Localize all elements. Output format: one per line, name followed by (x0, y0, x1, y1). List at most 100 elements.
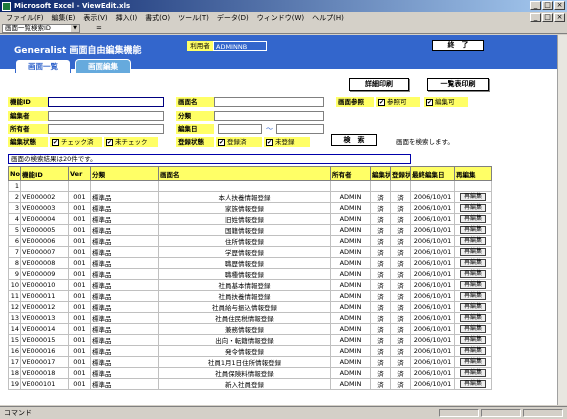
doc-minimize-button[interactable]: _ (530, 13, 541, 22)
table-cell: 001 (68, 267, 91, 280)
ref-label: 画面参照 (336, 97, 374, 107)
search-button[interactable]: 検 索 (331, 134, 377, 146)
table-cell: 12 (8, 300, 21, 313)
check-icon: ✔ (218, 138, 225, 146)
menu-item[interactable]: ウィンドウ(W) (253, 13, 308, 23)
tab-screen-list[interactable]: 画面一覧 (15, 59, 71, 73)
table-cell: 再編集 (454, 223, 492, 236)
doc-restore-button[interactable]: □ (542, 13, 553, 22)
table-cell (20, 180, 69, 192)
table-cell: 標準品 (90, 289, 159, 302)
menu-item[interactable]: ツール(T) (174, 13, 213, 23)
re-edit-button[interactable]: 再編集 (460, 380, 486, 389)
table-cell: 済 (370, 333, 391, 346)
worksheet: Generalist 画面自由編集機能 利用者 ADMINNB 終 了 画面一覧… (0, 35, 567, 405)
status-mode: コマンド (4, 409, 32, 417)
category-input[interactable] (214, 111, 324, 121)
formula-equals[interactable]: = (96, 24, 102, 32)
maximize-button[interactable]: □ (542, 1, 553, 10)
re-edit-button[interactable]: 再編集 (460, 259, 486, 268)
re-edit-button[interactable]: 再編集 (460, 325, 486, 334)
func-id-label: 機能ID (8, 97, 48, 107)
table-cell: 001 (68, 311, 91, 324)
table-cell: 国籍情報登録 (158, 223, 331, 236)
edit-date-to-input[interactable] (276, 124, 324, 134)
menu-item[interactable]: ヘルプ(H) (308, 13, 348, 23)
table-cell: 001 (68, 234, 91, 247)
table-cell: 再編集 (454, 278, 492, 291)
re-edit-button[interactable]: 再編集 (460, 237, 486, 246)
unchecked-checkbox[interactable]: ✔ 未チェック (104, 137, 158, 147)
edit-ok-checkbox[interactable]: ✔ 編集可 (424, 97, 468, 107)
re-edit-button[interactable]: 再編集 (460, 292, 486, 301)
owner-input[interactable] (48, 124, 164, 134)
editor-input[interactable] (48, 111, 164, 121)
close-button[interactable]: × (554, 1, 565, 10)
screen-name-input[interactable] (214, 97, 324, 107)
re-edit-button[interactable]: 再編集 (460, 270, 486, 279)
table-cell: 兼務情報登録 (158, 322, 331, 335)
re-edit-button[interactable]: 再編集 (460, 281, 486, 290)
re-edit-button[interactable]: 再編集 (460, 347, 486, 356)
table-cell: 10 (8, 278, 21, 291)
re-edit-button[interactable]: 再編集 (460, 204, 486, 213)
table-cell: 標準品 (90, 223, 159, 236)
table-cell: ADMIN (330, 289, 371, 302)
detail-print-button[interactable]: 詳細印刷 (349, 78, 409, 91)
table-cell: 社員住民税情報登録 (158, 311, 331, 324)
table-cell: 学歴情報登録 (158, 245, 331, 258)
minimize-button[interactable]: _ (530, 1, 541, 10)
re-edit-button[interactable]: 再編集 (460, 303, 486, 312)
ref-ok-checkbox[interactable]: ✔ 参照可 (376, 97, 420, 107)
table-cell: 2006/10/01 (410, 190, 455, 203)
re-edit-button[interactable]: 再編集 (460, 336, 486, 345)
func-id-input[interactable] (48, 97, 164, 107)
menu-item[interactable]: 書式(O) (141, 13, 174, 23)
table-cell: 済 (390, 267, 411, 280)
re-edit-button[interactable]: 再編集 (460, 193, 486, 202)
table-cell: VE000006 (20, 234, 69, 247)
unregistered-checkbox[interactable]: ✔ 未登録 (264, 137, 310, 147)
list-print-button[interactable]: 一覧表印刷 (427, 78, 489, 91)
re-edit-button[interactable]: 再編集 (460, 215, 486, 224)
table-cell: 済 (370, 256, 391, 269)
re-edit-button[interactable]: 再編集 (460, 226, 486, 235)
tab-screen-edit[interactable]: 画面編集 (75, 59, 131, 73)
table-cell: 済 (390, 190, 411, 203)
checked-checkbox[interactable]: ✔ チェック済 (50, 137, 102, 147)
table-cell: 旧姓情報登録 (158, 212, 331, 225)
table-cell: 社員1月1日住所情報登録 (158, 355, 331, 368)
menu-item[interactable]: ファイル(F) (2, 13, 48, 23)
table-cell: 2006/10/01 (410, 322, 455, 335)
table-cell: VE000008 (20, 256, 69, 269)
exit-button[interactable]: 終 了 (432, 40, 484, 51)
name-box[interactable]: 画面一覧検索ID ▼ (2, 23, 80, 33)
edit-date-from-input[interactable] (218, 124, 262, 134)
menu-item[interactable]: 編集(E) (48, 13, 80, 23)
chevron-down-icon[interactable]: ▼ (71, 24, 79, 32)
menu-item[interactable]: データ(D) (213, 13, 253, 23)
table-cell: 済 (370, 223, 391, 236)
re-edit-button[interactable]: 再編集 (460, 314, 486, 323)
table-cell: ADMIN (330, 201, 371, 214)
table-cell: 8 (8, 256, 21, 269)
table-cell: VE000017 (20, 355, 69, 368)
menu-item[interactable]: 挿入(I) (112, 13, 142, 23)
column-header: 最終編集日 (410, 166, 455, 181)
menu-item[interactable]: 表示(V) (79, 13, 111, 23)
registered-checkbox[interactable]: ✔ 登録済 (216, 137, 262, 147)
vertical-scrollbar[interactable] (557, 35, 567, 405)
re-edit-button[interactable]: 再編集 (460, 369, 486, 378)
table-cell: ADMIN (330, 267, 371, 280)
table-cell: ADMIN (330, 256, 371, 269)
column-header: No (8, 166, 21, 181)
table-cell: 済 (390, 289, 411, 302)
doc-close-button[interactable]: × (554, 13, 565, 22)
re-edit-button[interactable]: 再編集 (460, 358, 486, 367)
table-cell: VE000007 (20, 245, 69, 258)
table-cell: 2006/10/01 (410, 377, 455, 390)
date-range-separator: ～ (266, 125, 273, 133)
table-cell: 標準品 (90, 190, 159, 203)
re-edit-button[interactable]: 再編集 (460, 248, 486, 257)
table-cell: 2006/10/01 (410, 245, 455, 258)
